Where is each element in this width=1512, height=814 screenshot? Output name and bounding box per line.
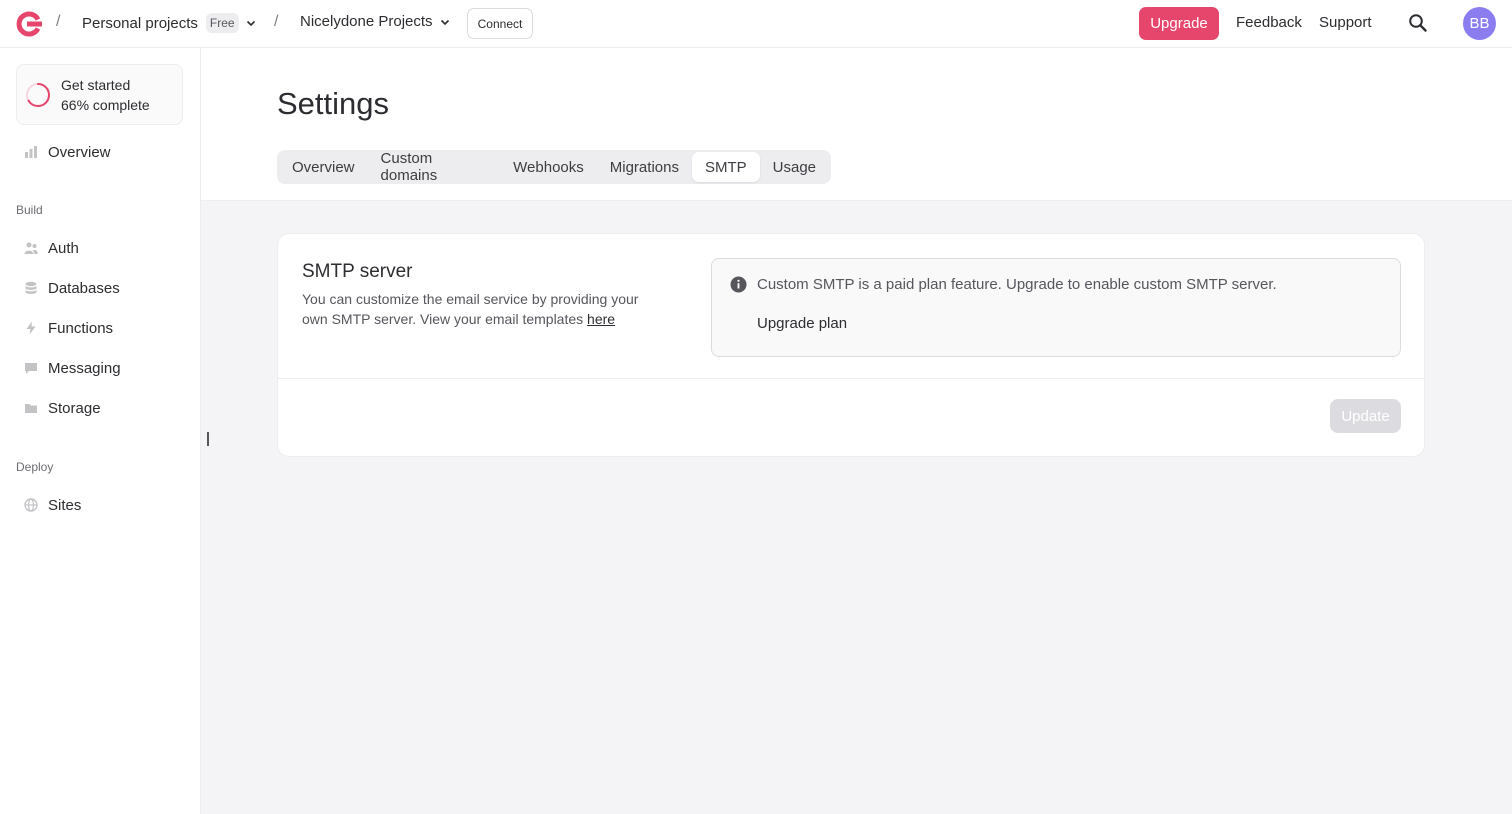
feedback-link[interactable]: Feedback — [1236, 14, 1302, 31]
top-navigation-bar: / Personal projects Free / Nicelydone Pr… — [0, 0, 1512, 48]
folder-icon — [25, 404, 37, 413]
sidebar-item-label: Databases — [48, 279, 120, 297]
get-started-text: Get started 66% complete — [61, 75, 150, 115]
sidebar-item-storage[interactable]: Storage — [24, 396, 101, 420]
chat-bubble-icon — [25, 363, 37, 374]
build-section-heading: Build — [16, 203, 43, 217]
tab-smtp[interactable]: SMTP — [691, 152, 760, 182]
card-title: SMTP server — [302, 261, 413, 282]
page-header: Settings Overview Custom domains Webhook… — [201, 48, 1512, 201]
chevron-down-icon — [246, 20, 255, 27]
support-link[interactable]: Support — [1319, 14, 1372, 31]
org-name: Personal projects — [82, 14, 198, 32]
get-started-card[interactable]: Get started 66% complete — [16, 64, 183, 125]
breadcrumb-separator: / — [274, 13, 279, 30]
tab-migrations[interactable]: Migrations — [597, 152, 692, 182]
sidebar-item-auth[interactable]: Auth — [24, 236, 79, 260]
sidebar-item-label: Messaging — [48, 359, 121, 377]
search-icon[interactable] — [1408, 13, 1428, 33]
card-divider — [278, 378, 1424, 379]
globe-icon — [24, 498, 38, 512]
settings-tabs: Overview Custom domains Webhooks Migrati… — [277, 150, 831, 184]
tab-usage[interactable]: Usage — [760, 152, 829, 182]
email-templates-link[interactable]: here — [587, 311, 615, 327]
org-switcher[interactable]: Personal projects Free — [82, 13, 257, 33]
project-switcher[interactable]: Nicelydone Projects — [300, 13, 451, 30]
sidebar-item-messaging[interactable]: Messaging — [24, 356, 121, 380]
card-description: You can customize the email service by p… — [302, 289, 642, 329]
bar-chart-icon — [25, 146, 37, 158]
upgrade-button[interactable]: Upgrade — [1139, 7, 1219, 40]
info-icon — [730, 276, 747, 293]
get-started-progress: 66% complete — [61, 97, 150, 113]
breadcrumb-separator: / — [56, 13, 61, 30]
plan-badge: Free — [205, 13, 239, 33]
sidebar-item-label: Storage — [48, 399, 101, 417]
sidebar-item-overview[interactable]: Overview — [24, 140, 111, 164]
connect-button[interactable]: Connect — [467, 8, 533, 39]
update-button[interactable]: Update — [1330, 399, 1401, 433]
tab-overview[interactable]: Overview — [279, 152, 368, 182]
sidebar-item-sites[interactable]: Sites — [24, 493, 81, 517]
sidebar-item-label: Overview — [48, 143, 111, 161]
appwrite-logo-icon[interactable] — [16, 11, 42, 37]
smtp-server-card: SMTP server You can customize the email … — [277, 233, 1425, 457]
alert-message: Custom SMTP is a paid plan feature. Upgr… — [757, 276, 1277, 293]
sidebar-item-label: Sites — [48, 496, 82, 514]
sidebar-item-functions[interactable]: Functions — [24, 316, 113, 340]
sidebar-item-label: Functions — [48, 319, 114, 337]
sidebar-resize-handle[interactable] — [207, 432, 209, 446]
sidebar-item-databases[interactable]: Databases — [24, 276, 120, 300]
deploy-section-heading: Deploy — [16, 460, 54, 474]
sidebar: Get started 66% complete Overview Build … — [0, 48, 201, 814]
page-title: Settings — [277, 86, 390, 121]
get-started-title: Get started — [61, 77, 131, 93]
user-avatar[interactable]: BB — [1463, 7, 1496, 40]
users-icon — [24, 242, 38, 254]
tab-custom-domains[interactable]: Custom domains — [368, 150, 501, 184]
sidebar-item-label: Auth — [48, 239, 79, 257]
project-name: Nicelydone Projects — [300, 13, 433, 30]
database-icon — [25, 281, 37, 294]
paid-feature-alert: Custom SMTP is a paid plan feature. Upgr… — [711, 258, 1401, 357]
upgrade-plan-button[interactable]: Upgrade plan — [757, 315, 847, 332]
progress-ring-icon — [26, 83, 50, 107]
chevron-down-icon — [440, 19, 449, 25]
tab-webhooks[interactable]: Webhooks — [500, 152, 597, 182]
lightning-icon — [26, 321, 36, 335]
